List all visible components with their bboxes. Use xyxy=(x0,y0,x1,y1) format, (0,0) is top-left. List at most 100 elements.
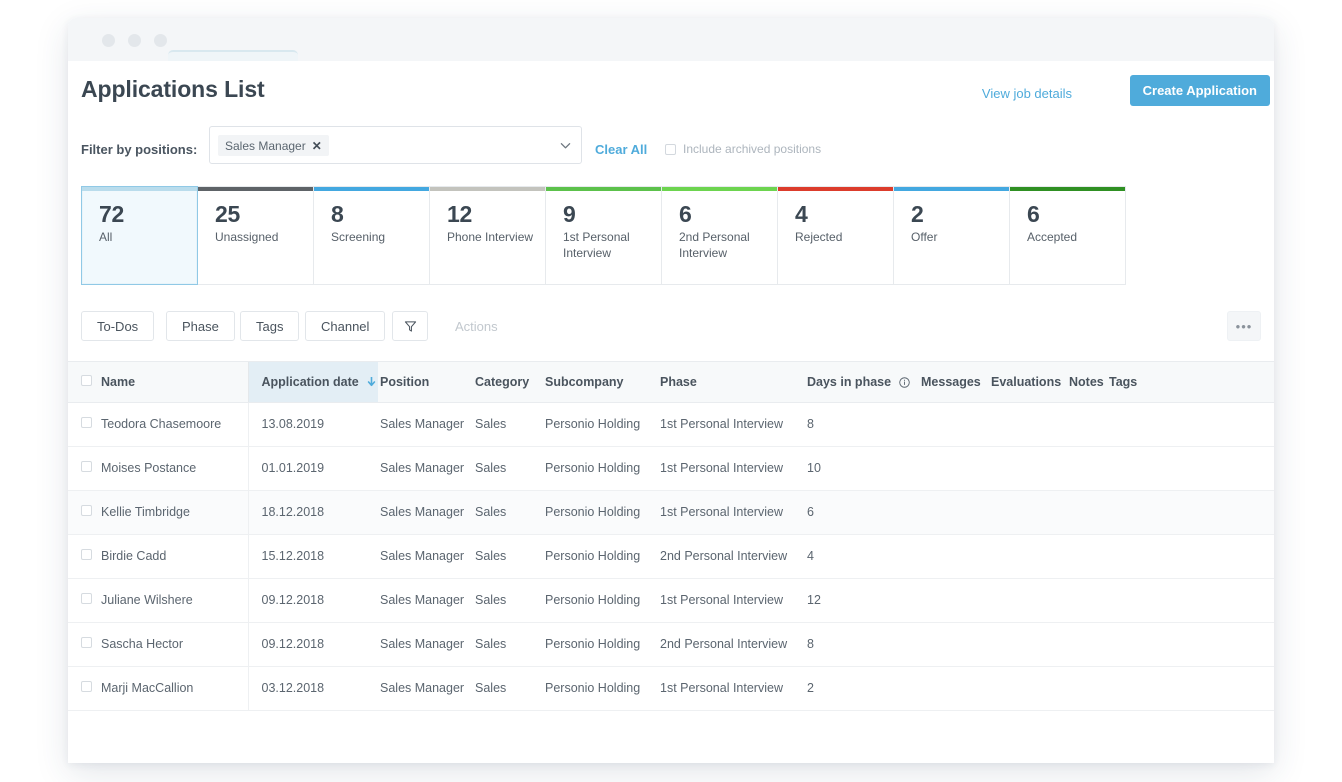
phase-button[interactable]: Phase xyxy=(166,311,235,341)
row-checkbox[interactable] xyxy=(81,505,92,516)
stat-card-count: 25 xyxy=(215,201,313,227)
cell-name[interactable]: Birdie Cadd xyxy=(101,534,248,578)
row-checkbox[interactable] xyxy=(81,549,92,560)
more-dots-icon: ••• xyxy=(1236,320,1253,333)
column-header-application-date[interactable]: Application date xyxy=(248,362,378,402)
select-all-checkbox[interactable] xyxy=(81,375,92,386)
stat-card-accepted[interactable]: 6Accepted xyxy=(1010,186,1126,285)
cell-spacer xyxy=(1169,446,1274,490)
applications-table: Name Application date Position Category … xyxy=(68,362,1274,711)
cell-position: Sales Manager xyxy=(378,534,475,578)
column-header-name[interactable]: Name xyxy=(101,362,248,402)
cell-category: Sales xyxy=(475,490,545,534)
table-row[interactable]: Juliane Wilshere09.12.2018Sales ManagerS… xyxy=(68,578,1274,622)
column-header-subcompany[interactable]: Subcompany xyxy=(545,362,660,402)
stat-card-count: 6 xyxy=(679,201,777,227)
stat-card-1st-personal-interview[interactable]: 91st Personal Interview xyxy=(546,186,662,285)
table-row[interactable]: Sascha Hector09.12.2018Sales ManagerSale… xyxy=(68,622,1274,666)
cell-tags xyxy=(1109,490,1169,534)
table-row[interactable]: Teodora Chasemoore13.08.2019Sales Manage… xyxy=(68,402,1274,446)
row-checkbox[interactable] xyxy=(81,681,92,692)
cell-subcompany: Personio Holding xyxy=(545,578,660,622)
close-dot[interactable] xyxy=(102,34,115,47)
cell-date: 09.12.2018 xyxy=(248,578,378,622)
cell-evaluations xyxy=(991,490,1069,534)
cell-subcompany: Personio Holding xyxy=(545,446,660,490)
stat-card-screening[interactable]: 8Screening xyxy=(314,186,430,285)
info-icon[interactable] xyxy=(899,377,910,388)
maximize-dot[interactable] xyxy=(154,34,167,47)
cell-name[interactable]: Sascha Hector xyxy=(101,622,248,666)
column-header-notes[interactable]: Notes xyxy=(1069,362,1109,402)
include-archived-positions[interactable]: Include archived positions xyxy=(665,142,821,156)
todos-button[interactable]: To-Dos xyxy=(81,311,154,341)
row-checkbox[interactable] xyxy=(81,593,92,604)
cell-phase: 2nd Personal Interview xyxy=(660,534,807,578)
column-header-evaluations[interactable]: Evaluations xyxy=(991,362,1069,402)
cell-position: Sales Manager xyxy=(378,578,475,622)
more-options-button[interactable]: ••• xyxy=(1227,311,1261,341)
chevron-down-icon xyxy=(560,140,571,151)
stat-card-offer[interactable]: 2Offer xyxy=(894,186,1010,285)
row-select-cell xyxy=(68,666,101,710)
channel-button[interactable]: Channel xyxy=(305,311,385,341)
cell-subcompany: Personio Holding xyxy=(545,622,660,666)
cell-phase: 1st Personal Interview xyxy=(660,578,807,622)
cell-name[interactable]: Teodora Chasemoore xyxy=(101,402,248,446)
stat-card-all[interactable]: 72All xyxy=(81,186,198,285)
column-header-application-date-label: Application date xyxy=(262,375,359,389)
cell-spacer xyxy=(1169,490,1274,534)
column-header-days-in-phase[interactable]: Days in phase xyxy=(807,362,921,402)
include-archived-label: Include archived positions xyxy=(683,142,821,156)
table-head: Name Application date Position Category … xyxy=(68,362,1274,402)
stat-card-2nd-personal-interview[interactable]: 62nd Personal Interview xyxy=(662,186,778,285)
stat-card-color-bar xyxy=(1010,187,1125,191)
position-chip: Sales Manager ✕ xyxy=(218,135,329,156)
row-checkbox[interactable] xyxy=(81,461,92,472)
table-row[interactable]: Marji MacCallion03.12.2018Sales ManagerS… xyxy=(68,666,1274,710)
view-job-details-link[interactable]: View job details xyxy=(982,86,1072,101)
table-row[interactable]: Moises Postance01.01.2019Sales ManagerSa… xyxy=(68,446,1274,490)
tags-button[interactable]: Tags xyxy=(240,311,299,341)
cell-notes xyxy=(1069,666,1109,710)
cell-date: 03.12.2018 xyxy=(248,666,378,710)
cell-evaluations xyxy=(991,578,1069,622)
cell-name[interactable]: Marji MacCallion xyxy=(101,666,248,710)
stat-card-label: Offer xyxy=(911,230,1003,245)
column-header-category[interactable]: Category xyxy=(475,362,545,402)
column-header-tags[interactable]: Tags xyxy=(1109,362,1169,402)
stat-card-rejected[interactable]: 4Rejected xyxy=(778,186,894,285)
table-row[interactable]: Birdie Cadd15.12.2018Sales ManagerSalesP… xyxy=(68,534,1274,578)
filter-funnel-button[interactable] xyxy=(392,311,428,341)
row-checkbox[interactable] xyxy=(81,417,92,428)
cell-notes xyxy=(1069,402,1109,446)
chip-remove-icon[interactable]: ✕ xyxy=(312,140,322,152)
minimize-dot[interactable] xyxy=(128,34,141,47)
stat-card-phone-interview[interactable]: 12Phone Interview xyxy=(430,186,546,285)
column-header-phase[interactable]: Phase xyxy=(660,362,807,402)
column-header-position[interactable]: Position xyxy=(378,362,475,402)
cell-spacer xyxy=(1169,534,1274,578)
cell-name[interactable]: Juliane Wilshere xyxy=(101,578,248,622)
column-header-messages[interactable]: Messages xyxy=(921,362,991,402)
stat-card-unassigned[interactable]: 25Unassigned xyxy=(198,186,314,285)
cell-spacer xyxy=(1169,578,1274,622)
create-application-button[interactable]: Create Application xyxy=(1130,75,1270,106)
cell-name[interactable]: Kellie Timbridge xyxy=(101,490,248,534)
table-row[interactable]: Kellie Timbridge18.12.2018Sales ManagerS… xyxy=(68,490,1274,534)
cell-days: 10 xyxy=(807,446,921,490)
stat-card-label: Screening xyxy=(331,230,423,245)
cell-evaluations xyxy=(991,534,1069,578)
cell-days: 4 xyxy=(807,534,921,578)
positions-select[interactable]: Sales Manager ✕ xyxy=(209,126,582,164)
cell-name[interactable]: Moises Postance xyxy=(101,446,248,490)
table-header-row: Name Application date Position Category … xyxy=(68,362,1274,402)
clear-all-button[interactable]: Clear All xyxy=(595,142,647,157)
stat-card-color-bar xyxy=(430,187,545,191)
row-checkbox[interactable] xyxy=(81,637,92,648)
funnel-icon xyxy=(404,320,417,333)
stat-card-label: Rejected xyxy=(795,230,887,245)
cell-date: 18.12.2018 xyxy=(248,490,378,534)
include-archived-checkbox[interactable] xyxy=(665,144,676,155)
cell-days: 8 xyxy=(807,402,921,446)
